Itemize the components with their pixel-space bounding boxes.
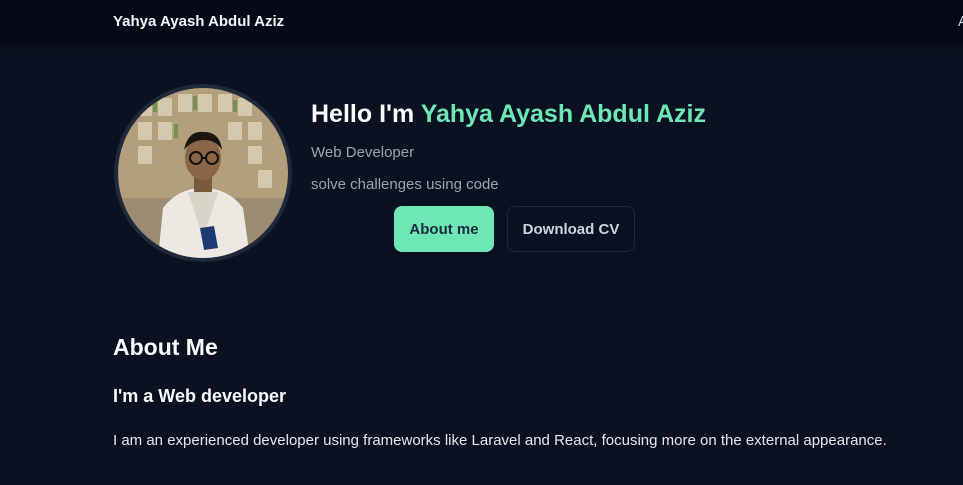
hero-heading: Hello I'm Yahya Ayash Abdul Aziz — [311, 100, 706, 129]
avatar-frame — [114, 84, 292, 262]
navbar: Yahya Ayash Abdul Aziz A — [0, 0, 963, 45]
hero-tagline: solve challenges using code — [311, 176, 499, 193]
avatar — [118, 88, 288, 258]
brand-link[interactable]: Yahya Ayash Abdul Aziz — [113, 13, 284, 30]
hero-title: Hello I'm Yahya Ayash Abdul Aziz — [311, 100, 706, 129]
download-cv-button[interactable]: Download CV — [507, 206, 635, 252]
about-section-title: About Me — [113, 334, 218, 360]
about-description: I am an experienced developer using fram… — [113, 432, 887, 449]
about-me-button[interactable]: About me — [394, 206, 494, 252]
about-subtitle: I'm a Web developer — [113, 386, 287, 406]
nav-link-clipped[interactable]: A — [958, 13, 963, 30]
hero-name: Yahya Ayash Abdul Aziz — [420, 100, 706, 128]
greeting-text: Hello I'm — [311, 100, 421, 128]
hero-role: Web Developer — [311, 144, 415, 161]
